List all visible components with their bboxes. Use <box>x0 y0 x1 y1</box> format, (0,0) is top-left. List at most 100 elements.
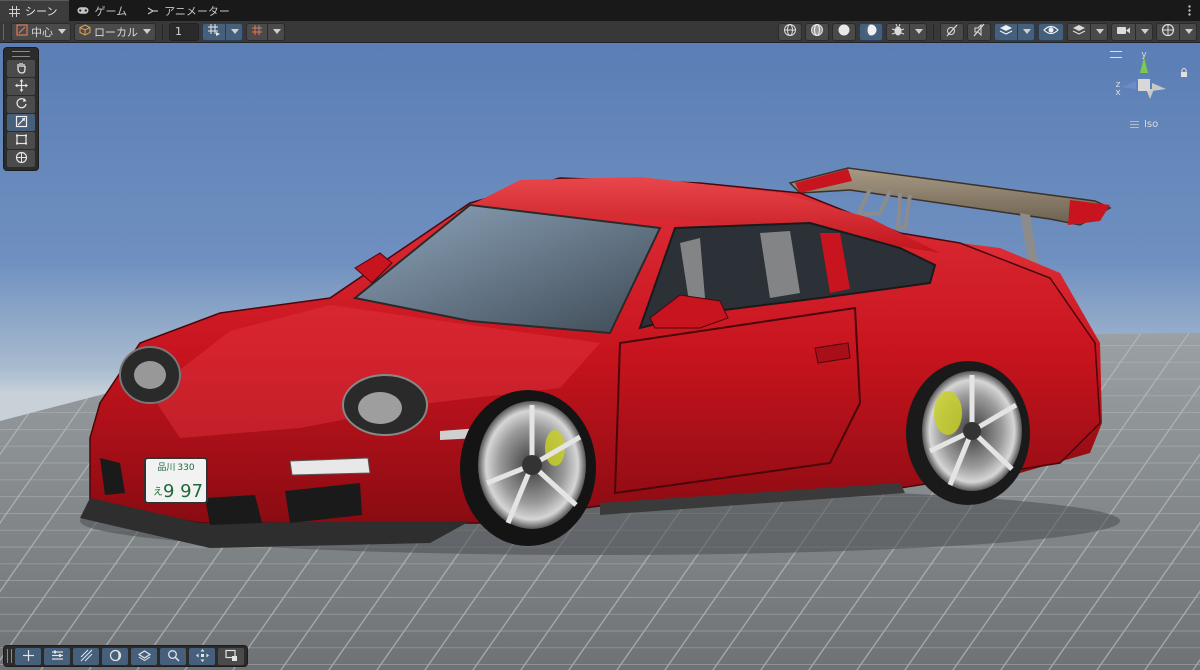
gamepad-icon <box>77 5 89 17</box>
axis-x-label: x <box>1115 88 1121 98</box>
chevron-down-icon <box>1096 29 1104 34</box>
bottom-overlay-toolbar <box>3 645 248 667</box>
hand-icon <box>15 59 28 78</box>
layer-diamond-icon <box>137 647 151 666</box>
more-options-icon[interactable] <box>1178 0 1200 21</box>
tab-scene-label: シーン <box>25 5 58 18</box>
layers-button[interactable] <box>131 647 157 666</box>
grid-visibility-button[interactable] <box>202 22 226 41</box>
effects-toggle-button[interactable] <box>994 22 1018 41</box>
scene-viewport[interactable]: 品川 330 え 9 97 y z x Iso <box>0 43 1200 670</box>
effects-split <box>994 22 1035 41</box>
toolbar-grip-icon <box>3 23 6 40</box>
debug-draw-split <box>886 22 927 41</box>
plate-number: 9 97 <box>163 481 203 502</box>
lighting-button[interactable] <box>102 647 128 666</box>
unity-scene-window: シーン ゲーム アニメーター 中心 ローカル 1 品川 330 え 9 97 y… <box>0 0 1200 670</box>
chevron-down-icon <box>915 29 923 34</box>
lit-sphere-icon <box>864 23 878 40</box>
draw-modes-button[interactable] <box>1067 22 1091 41</box>
move-arrows-icon <box>22 647 35 666</box>
wireframe-shading-button[interactable] <box>778 22 802 41</box>
shaded-wireframe-button[interactable] <box>805 22 829 41</box>
axis-y-label: y <box>1141 50 1147 60</box>
sliders-icon <box>51 647 64 666</box>
lit-shading-button[interactable] <box>859 22 883 41</box>
move-arrows-icon <box>14 77 28 96</box>
lock-icon[interactable] <box>1180 63 1188 82</box>
tab-game-label: ゲーム <box>94 4 128 18</box>
grid-icon <box>8 5 20 17</box>
x-axis-cone <box>1152 83 1166 91</box>
rect-tool-button[interactable] <box>7 132 35 149</box>
transform-tools-palette <box>3 47 39 171</box>
grid-size-input[interactable]: 1 <box>169 22 199 41</box>
transform-tool-button[interactable] <box>7 150 35 167</box>
chevron-down-icon <box>1185 29 1193 34</box>
view-options-move-button[interactable] <box>15 647 41 666</box>
projection-label: Iso <box>1143 119 1159 130</box>
hand-tool-button[interactable] <box>7 60 35 77</box>
rotate-tool-button[interactable] <box>7 96 35 113</box>
wireframe-sphere-icon <box>783 23 797 40</box>
pivot-rotation-dropdown[interactable]: ローカル <box>74 22 156 41</box>
eye-icon <box>1043 24 1059 39</box>
unlit-shading-button[interactable] <box>832 22 856 41</box>
draw-modes-dropdown[interactable] <box>1091 22 1108 41</box>
left-headlight-lens <box>134 361 166 389</box>
debug-draw-dropdown[interactable] <box>910 22 927 41</box>
monitor-icon <box>224 647 238 666</box>
animator-icon <box>147 5 159 17</box>
scale-icon <box>15 113 28 132</box>
increment-snap-button[interactable] <box>246 22 268 41</box>
tab-scene[interactable]: シーン <box>0 0 70 21</box>
layers-icon <box>999 23 1013 40</box>
bottom-toolbar-grip[interactable] <box>7 649 12 663</box>
palette-grip[interactable] <box>7 51 35 57</box>
pivot-icon <box>16 24 28 39</box>
gizmos-dropdown[interactable] <box>1180 22 1197 41</box>
menu-lines-icon <box>1129 120 1139 128</box>
increment-snap-dropdown[interactable] <box>268 22 285 41</box>
pivot-mode-dropdown[interactable]: 中心 <box>11 22 71 41</box>
tab-game[interactable]: ゲーム <box>69 0 139 21</box>
grid-visibility-dropdown[interactable] <box>226 22 243 41</box>
rect-transform-icon <box>15 131 28 150</box>
grid-pattern-button[interactable] <box>73 647 99 666</box>
scale-tool-button[interactable] <box>7 114 35 131</box>
hatch-icon <box>80 647 93 666</box>
gizmo-globe-icon <box>1161 23 1175 40</box>
audio-muted-icon <box>972 23 986 40</box>
tab-animator-label: アニメーター <box>164 4 230 18</box>
pan-button[interactable] <box>189 647 215 665</box>
plate-hiragana: え <box>153 486 163 498</box>
right-headlight-lens <box>358 392 402 424</box>
license-plate: 品川 330 え 9 97 <box>144 457 208 504</box>
crescent-icon <box>109 647 122 666</box>
projection-toggle[interactable]: Iso <box>1110 119 1178 130</box>
orientation-gizmo[interactable]: y z x Iso <box>1110 49 1178 139</box>
audio-toggle-button[interactable] <box>967 22 991 41</box>
scene-visibility-button[interactable] <box>1038 22 1064 41</box>
sliders-button[interactable] <box>44 647 70 666</box>
z-axis-cone <box>1122 81 1136 89</box>
toggle-2d-button[interactable] <box>940 22 964 41</box>
draw-modes-split <box>1067 22 1108 41</box>
chevron-down-icon <box>58 29 66 34</box>
axis-gizmo-icon: y z x <box>1115 50 1166 99</box>
gizmo-center-cube <box>1138 79 1150 91</box>
display-button[interactable] <box>218 647 244 666</box>
grid-snap-icon <box>207 24 221 39</box>
scene-camera-button[interactable] <box>1111 22 1136 41</box>
overlay-menu-icon[interactable] <box>1110 51 1122 58</box>
pivot-rotation-label: ローカル <box>94 25 138 39</box>
shaded-wire-sphere-icon <box>810 23 824 40</box>
gizmos-toggle-button[interactable] <box>1156 22 1180 41</box>
tab-animator[interactable]: アニメーター <box>139 0 242 21</box>
effects-dropdown[interactable] <box>1018 22 1035 41</box>
move-tool-button[interactable] <box>7 78 35 95</box>
scene-camera-dropdown[interactable] <box>1136 22 1153 41</box>
chevron-down-icon <box>1023 29 1031 34</box>
debug-draw-button[interactable] <box>886 22 910 41</box>
search-button[interactable] <box>160 647 186 665</box>
